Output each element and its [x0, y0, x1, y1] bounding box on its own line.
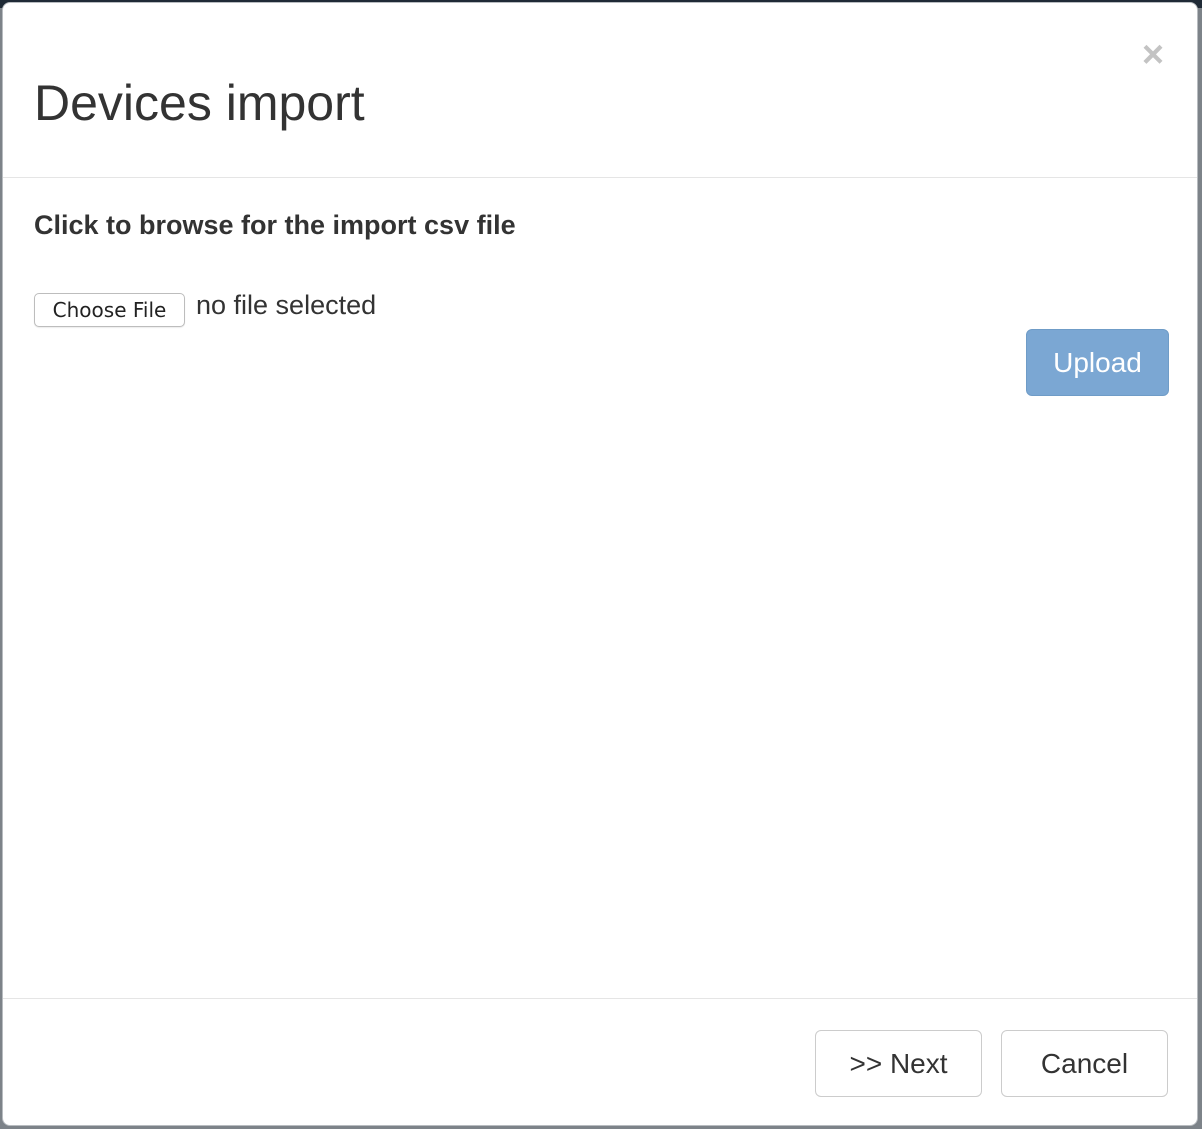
close-icon[interactable]: × — [1137, 36, 1169, 74]
modal-title: Devices import — [34, 75, 365, 131]
choose-file-button[interactable]: Choose File — [34, 293, 185, 327]
file-status-text: no file selected — [196, 290, 377, 320]
import-instruction: Click to browse for the import csv file — [34, 210, 516, 240]
modal-header: Devices import × — [3, 3, 1197, 178]
modal-body: Click to browse for the import csv file … — [3, 178, 1197, 998]
next-button[interactable]: >> Next — [815, 1030, 982, 1097]
cancel-button[interactable]: Cancel — [1001, 1030, 1168, 1097]
upload-button[interactable]: Upload — [1026, 329, 1169, 396]
devices-import-modal: Devices import × Click to browse for the… — [2, 2, 1198, 1126]
modal-footer: >> Next Cancel — [3, 998, 1197, 1125]
